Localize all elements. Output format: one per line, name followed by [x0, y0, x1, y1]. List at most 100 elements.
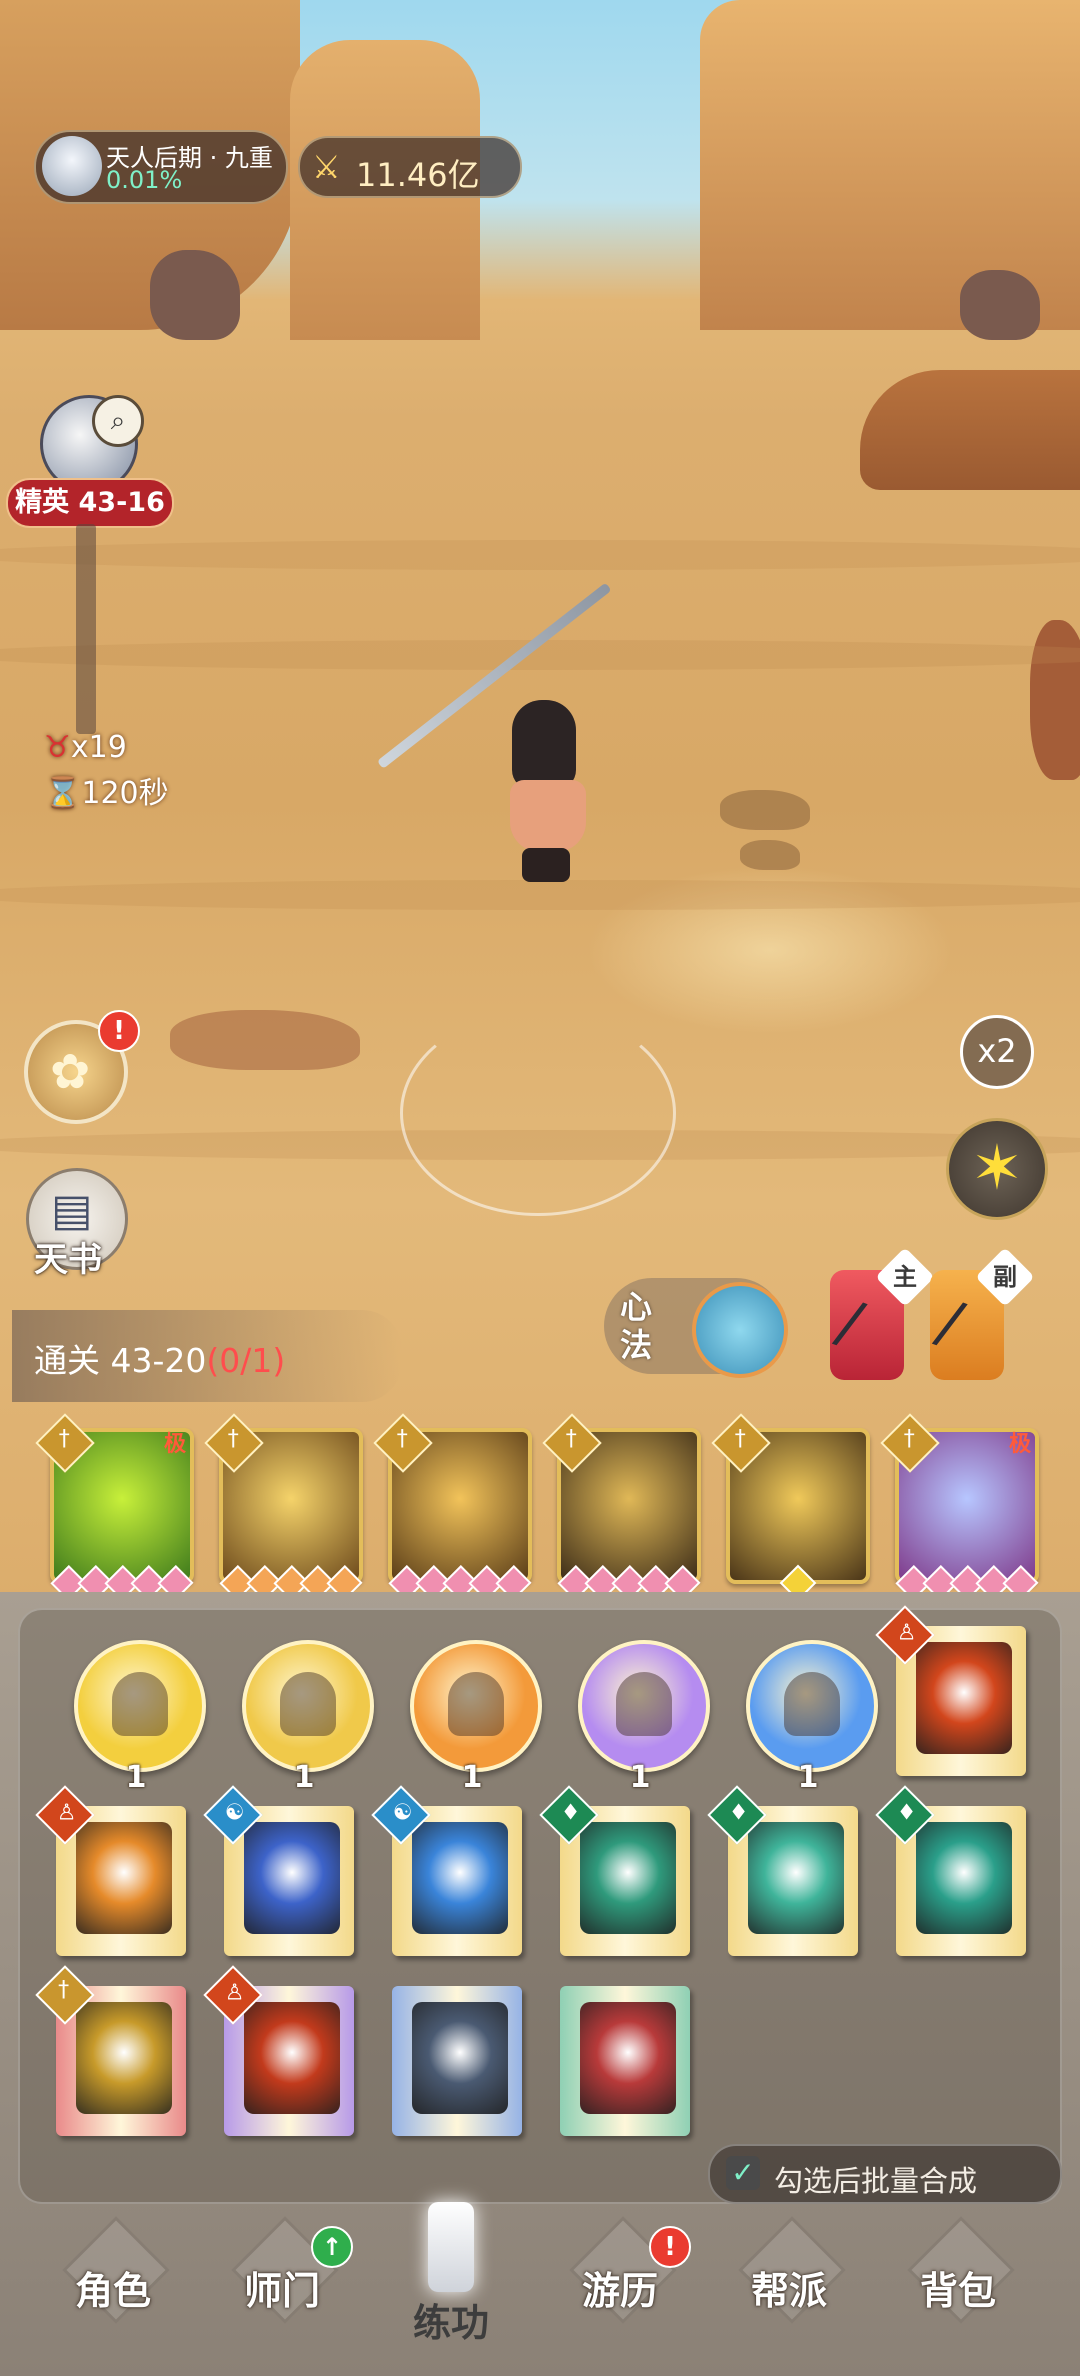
nav-label: 背包	[919, 2269, 996, 2313]
item-count: 1	[293, 1760, 315, 1795]
dust-effect	[400, 1010, 676, 1216]
spirit-orb-item[interactable]	[74, 1640, 206, 1772]
xinfa-icon[interactable]	[692, 1282, 788, 1378]
equipped-skill-card[interactable]: †	[542, 1413, 701, 1601]
alert-badge: !	[649, 2226, 691, 2268]
skill-art	[580, 1822, 676, 1934]
nav-label: 练功	[412, 2301, 489, 2345]
skill-art	[916, 1642, 1012, 1754]
hero-legs	[522, 848, 570, 882]
skill-art	[412, 1822, 508, 1934]
skill-book-item[interactable]: †	[35, 1965, 186, 2136]
clear-count: (0/1)	[206, 1341, 286, 1380]
spirit-orb-item[interactable]	[410, 1640, 542, 1772]
meditation-icon	[616, 1672, 672, 1736]
xinfa-label: 心法	[620, 1288, 653, 1364]
item-count: 1	[629, 1760, 651, 1795]
equipped-skill-card[interactable]: †	[711, 1413, 870, 1602]
skill-art	[580, 2002, 676, 2114]
batch-merge-toggle[interactable]: ✓ 勾选后批量合成	[708, 2144, 1062, 2204]
hero-hair	[512, 700, 576, 790]
checkbox-checked-icon[interactable]: ✓	[726, 2156, 760, 2190]
rank-gems	[895, 1565, 1039, 1601]
nav-tab-1[interactable]: 师门 ↑	[207, 2216, 357, 2352]
scroll-icon: ▤	[51, 1185, 93, 1236]
equipped-skill-card[interactable]: † 极	[880, 1413, 1039, 1601]
meditation-icon	[112, 1672, 168, 1736]
star-icon[interactable]: ✶	[946, 1118, 1048, 1220]
nav-tab-2[interactable]: 练功	[376, 2202, 526, 2352]
grade-tag: 极	[163, 1432, 186, 1457]
equipped-skill-card[interactable]: †	[373, 1413, 532, 1601]
skill-art	[748, 1822, 844, 1934]
skill-book-item[interactable]	[560, 1986, 690, 2136]
nav-tab-4[interactable]: 帮派	[714, 2216, 864, 2352]
speed-button[interactable]: x2	[960, 1015, 1034, 1089]
magnify-icon[interactable]: ⌕	[92, 395, 144, 447]
skill-art	[412, 2002, 508, 2114]
bag-icon: ✿	[50, 1044, 91, 1100]
spirit-orb-item[interactable]	[746, 1640, 878, 1772]
skill-art	[244, 1822, 340, 1934]
skill-art	[76, 1822, 172, 1934]
sword-type-icon: †	[373, 1413, 433, 1473]
sword-type-icon: †	[880, 1413, 940, 1473]
meditation-icon	[448, 1672, 504, 1736]
item-count: 1	[461, 1760, 483, 1795]
grade-tag: 极	[1008, 1432, 1031, 1457]
skill-art	[76, 2002, 172, 2114]
skill-book-item[interactable]: ♙	[875, 1605, 1026, 1776]
rock	[960, 270, 1040, 340]
sword-type-icon: †	[204, 1413, 264, 1473]
skill-book-item[interactable]: ♦	[539, 1785, 690, 1956]
item-count: 1	[797, 1760, 819, 1795]
kill-counter: ♉x19	[44, 730, 127, 765]
rank-gems	[219, 1565, 363, 1601]
rock	[1030, 620, 1080, 780]
nav-label: 帮派	[750, 2269, 827, 2313]
footprint	[740, 840, 800, 870]
skill-art	[244, 2002, 340, 2114]
nav-label: 师门	[243, 2269, 320, 2313]
skill-book-item[interactable]: ♙	[35, 1785, 186, 1956]
nav-tab-3[interactable]: 游历!	[545, 2216, 695, 2352]
alert-badge: !	[98, 1010, 140, 1052]
item-count: 1	[125, 1760, 147, 1795]
crossed-swords-icon: ⚔	[312, 148, 341, 186]
rock	[150, 250, 240, 340]
sword-icon: /	[828, 1286, 872, 1360]
skill-book-item[interactable]	[392, 1986, 522, 2136]
rank-gems	[388, 1565, 532, 1601]
nav-tab-0[interactable]: 角色	[38, 2216, 188, 2352]
equipped-skill-row: † 极 † † † † † 极	[0, 1413, 1080, 1602]
cliff-right-ledge	[860, 370, 1080, 490]
stage-progress-track	[76, 524, 96, 734]
batch-merge-label: 勾选后批量合成	[774, 2164, 978, 2198]
dune-stripe	[0, 880, 1080, 910]
sword-type-icon: †	[711, 1413, 771, 1473]
footprint	[720, 790, 810, 830]
skill-book-item[interactable]: ♦	[875, 1785, 1026, 1956]
hero-character[interactable]	[500, 700, 590, 882]
bottom-nav: 角色 师门 ↑ 练功 游历! 帮派 背包	[0, 2200, 1080, 2376]
training-stake-icon	[428, 2202, 474, 2292]
skill-book-item[interactable]: ☯	[371, 1785, 522, 1956]
skill-book-item[interactable]: ☯	[203, 1785, 354, 1956]
equipped-skill-card[interactable]: †	[204, 1413, 363, 1601]
dune-stripe	[0, 540, 1080, 570]
realm-panel[interactable]: 天人后期 · 九重 0.01%	[34, 130, 288, 204]
skill-book-item[interactable]: ♦	[707, 1785, 858, 1956]
spirit-orb-item[interactable]	[578, 1640, 710, 1772]
spirit-orb-item[interactable]	[242, 1640, 374, 1772]
combat-power-value: 11.46亿	[356, 156, 480, 194]
inventory-grid: 1 1 1 1 1 ♙ ♙ ☯ ☯ ♦ ♦ ♦ † ♙	[18, 1605, 1062, 2204]
equipped-skill-card[interactable]: † 极	[35, 1413, 194, 1601]
combat-power-panel[interactable]: ⚔ 11.46亿	[298, 136, 522, 198]
rank-gems	[557, 1565, 701, 1601]
skill-art	[916, 1822, 1012, 1934]
spear-icon: /	[928, 1286, 972, 1360]
nav-tab-5[interactable]: 背包	[883, 2216, 1033, 2352]
rank-gems	[732, 1564, 864, 1602]
skill-book-item[interactable]: ♙	[203, 1965, 354, 2136]
nav-label: 角色	[74, 2269, 151, 2313]
